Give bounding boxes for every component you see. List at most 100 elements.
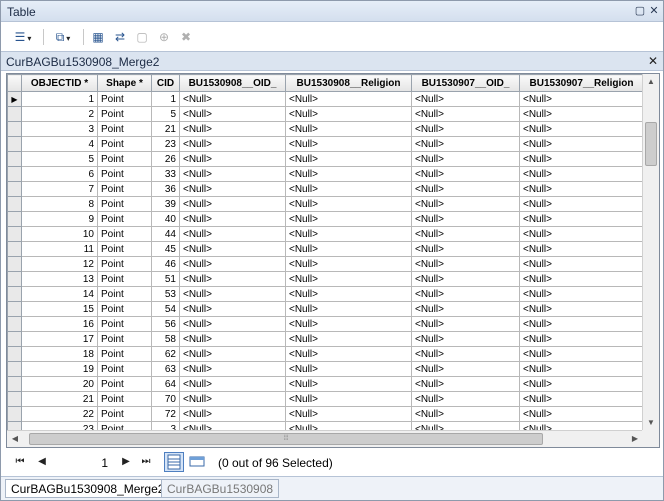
table-cell[interactable]: <Null> [179, 151, 286, 167]
table-cell[interactable]: <Null> [519, 286, 644, 302]
table-row[interactable]: 14 Point 53 <Null> <Null> <Null> <Null> [7, 286, 644, 302]
table-cell[interactable]: 14 [21, 286, 98, 302]
row-selector[interactable] [7, 181, 22, 197]
table-cell[interactable]: <Null> [285, 151, 412, 167]
table-cell[interactable]: 5 [21, 151, 98, 167]
row-selector[interactable] [7, 301, 22, 317]
current-record-input[interactable]: 1 [55, 454, 113, 470]
table-cell[interactable]: 70 [151, 391, 180, 407]
show-selected-records-button[interactable] [187, 452, 207, 472]
table-cell[interactable]: <Null> [411, 361, 520, 377]
table-cell[interactable]: <Null> [179, 256, 286, 272]
table-cell[interactable]: Point [97, 226, 152, 242]
table-cell[interactable]: <Null> [519, 361, 644, 377]
table-cell[interactable]: <Null> [285, 256, 412, 272]
table-cell[interactable]: 17 [21, 331, 98, 347]
related-tables-button[interactable]: ⧉ ▾ [49, 28, 77, 46]
column-header[interactable]: BU1530907__OID_ [411, 74, 520, 92]
table-cell[interactable]: <Null> [519, 91, 644, 107]
table-cell[interactable]: 10 [21, 226, 98, 242]
table-cell[interactable]: Point [97, 136, 152, 152]
table-row[interactable]: 6 Point 33 <Null> <Null> <Null> <Null> [7, 166, 644, 182]
table-cell[interactable]: <Null> [411, 151, 520, 167]
table-cell[interactable]: 3 [21, 121, 98, 137]
table-cell[interactable]: Point [97, 391, 152, 407]
first-record-button[interactable]: ⏮ [13, 455, 27, 469]
table-cell[interactable]: <Null> [411, 181, 520, 197]
table-cell[interactable]: 33 [151, 166, 180, 182]
close-icon[interactable]: ✕ [647, 4, 661, 18]
table-cell[interactable]: <Null> [411, 331, 520, 347]
table-cell[interactable]: <Null> [285, 391, 412, 407]
table-cell[interactable]: <Null> [411, 406, 520, 422]
table-row[interactable]: 12 Point 46 <Null> <Null> <Null> <Null> [7, 256, 644, 272]
table-cell[interactable]: <Null> [411, 376, 520, 392]
table-cell[interactable]: <Null> [285, 286, 412, 302]
table-cell[interactable]: <Null> [519, 166, 644, 182]
select-by-attributes-button[interactable]: ▦ [89, 28, 107, 46]
table-row[interactable]: 9 Point 40 <Null> <Null> <Null> <Null> [7, 211, 644, 227]
table-cell[interactable]: <Null> [285, 106, 412, 122]
table-cell[interactable]: Point [97, 256, 152, 272]
column-header[interactable]: BU1530908__OID_ [179, 74, 286, 92]
row-selector[interactable] [7, 286, 22, 302]
table-cell[interactable]: Point [97, 211, 152, 227]
table-row[interactable]: 4 Point 23 <Null> <Null> <Null> <Null> [7, 136, 644, 152]
column-header[interactable]: BU1530907__Religion [519, 74, 644, 92]
show-all-records-button[interactable] [164, 452, 184, 472]
table-cell[interactable]: <Null> [179, 286, 286, 302]
scroll-up-icon[interactable]: ▲ [643, 74, 659, 90]
row-selector[interactable]: ▶ [7, 91, 22, 107]
table-row[interactable]: 2 Point 5 <Null> <Null> <Null> <Null> [7, 106, 644, 122]
table-cell[interactable]: <Null> [519, 151, 644, 167]
tab-curbagbu1530908[interactable]: CurBAGBu1530908 [161, 479, 280, 498]
table-cell[interactable]: <Null> [179, 136, 286, 152]
table-cell[interactable]: 13 [21, 271, 98, 287]
table-cell[interactable]: <Null> [519, 106, 644, 122]
table-cell[interactable]: <Null> [411, 286, 520, 302]
row-selector[interactable] [7, 316, 22, 332]
table-cell[interactable]: <Null> [519, 301, 644, 317]
switch-selection-button[interactable]: ⇄ [111, 28, 129, 46]
row-selector[interactable] [7, 271, 22, 287]
column-header[interactable]: Shape * [97, 74, 152, 92]
column-header[interactable]: OBJECTID * [21, 74, 98, 92]
table-row[interactable]: 13 Point 51 <Null> <Null> <Null> <Null> [7, 271, 644, 287]
table-cell[interactable]: Point [97, 331, 152, 347]
table-cell[interactable]: <Null> [179, 106, 286, 122]
zoom-to-selected-button[interactable]: ⊕ [155, 28, 173, 46]
table-options-button[interactable]: ☰ ▾ [9, 28, 37, 46]
table-cell[interactable]: Point [97, 151, 152, 167]
horizontal-scroll-thumb[interactable]: ⦙⦙⦙ [29, 433, 543, 445]
table-cell[interactable]: Point [97, 316, 152, 332]
horizontal-scrollbar[interactable]: ◀ ⦙⦙⦙ ▶ [7, 430, 643, 447]
table-cell[interactable]: <Null> [411, 166, 520, 182]
table-cell[interactable]: <Null> [519, 376, 644, 392]
table-cell[interactable]: Point [97, 286, 152, 302]
table-row[interactable]: 17 Point 58 <Null> <Null> <Null> <Null> [7, 331, 644, 347]
table-cell[interactable]: <Null> [285, 271, 412, 287]
table-row[interactable]: 3 Point 21 <Null> <Null> <Null> <Null> [7, 121, 644, 137]
table-cell[interactable]: <Null> [179, 316, 286, 332]
pin-icon[interactable]: ▢ [633, 4, 647, 18]
table-cell[interactable]: <Null> [285, 121, 412, 137]
table-cell[interactable]: Point [97, 346, 152, 362]
table-row[interactable]: 8 Point 39 <Null> <Null> <Null> <Null> [7, 196, 644, 212]
table-cell[interactable]: 12 [21, 256, 98, 272]
table-cell[interactable]: Point [97, 406, 152, 422]
table-cell[interactable]: Point [97, 121, 152, 137]
table-cell[interactable]: 9 [21, 211, 98, 227]
table-cell[interactable]: <Null> [179, 241, 286, 257]
table-cell[interactable]: 7 [21, 181, 98, 197]
table-cell[interactable]: 51 [151, 271, 180, 287]
table-cell[interactable]: <Null> [179, 271, 286, 287]
table-cell[interactable]: <Null> [411, 196, 520, 212]
table-row[interactable]: 5 Point 26 <Null> <Null> <Null> <Null> [7, 151, 644, 167]
row-selector[interactable] [7, 121, 22, 137]
table-cell[interactable]: <Null> [411, 346, 520, 362]
table-cell[interactable]: <Null> [285, 301, 412, 317]
row-selector[interactable] [7, 256, 22, 272]
table-cell[interactable]: <Null> [411, 271, 520, 287]
table-cell[interactable]: <Null> [179, 391, 286, 407]
table-cell[interactable]: <Null> [411, 121, 520, 137]
